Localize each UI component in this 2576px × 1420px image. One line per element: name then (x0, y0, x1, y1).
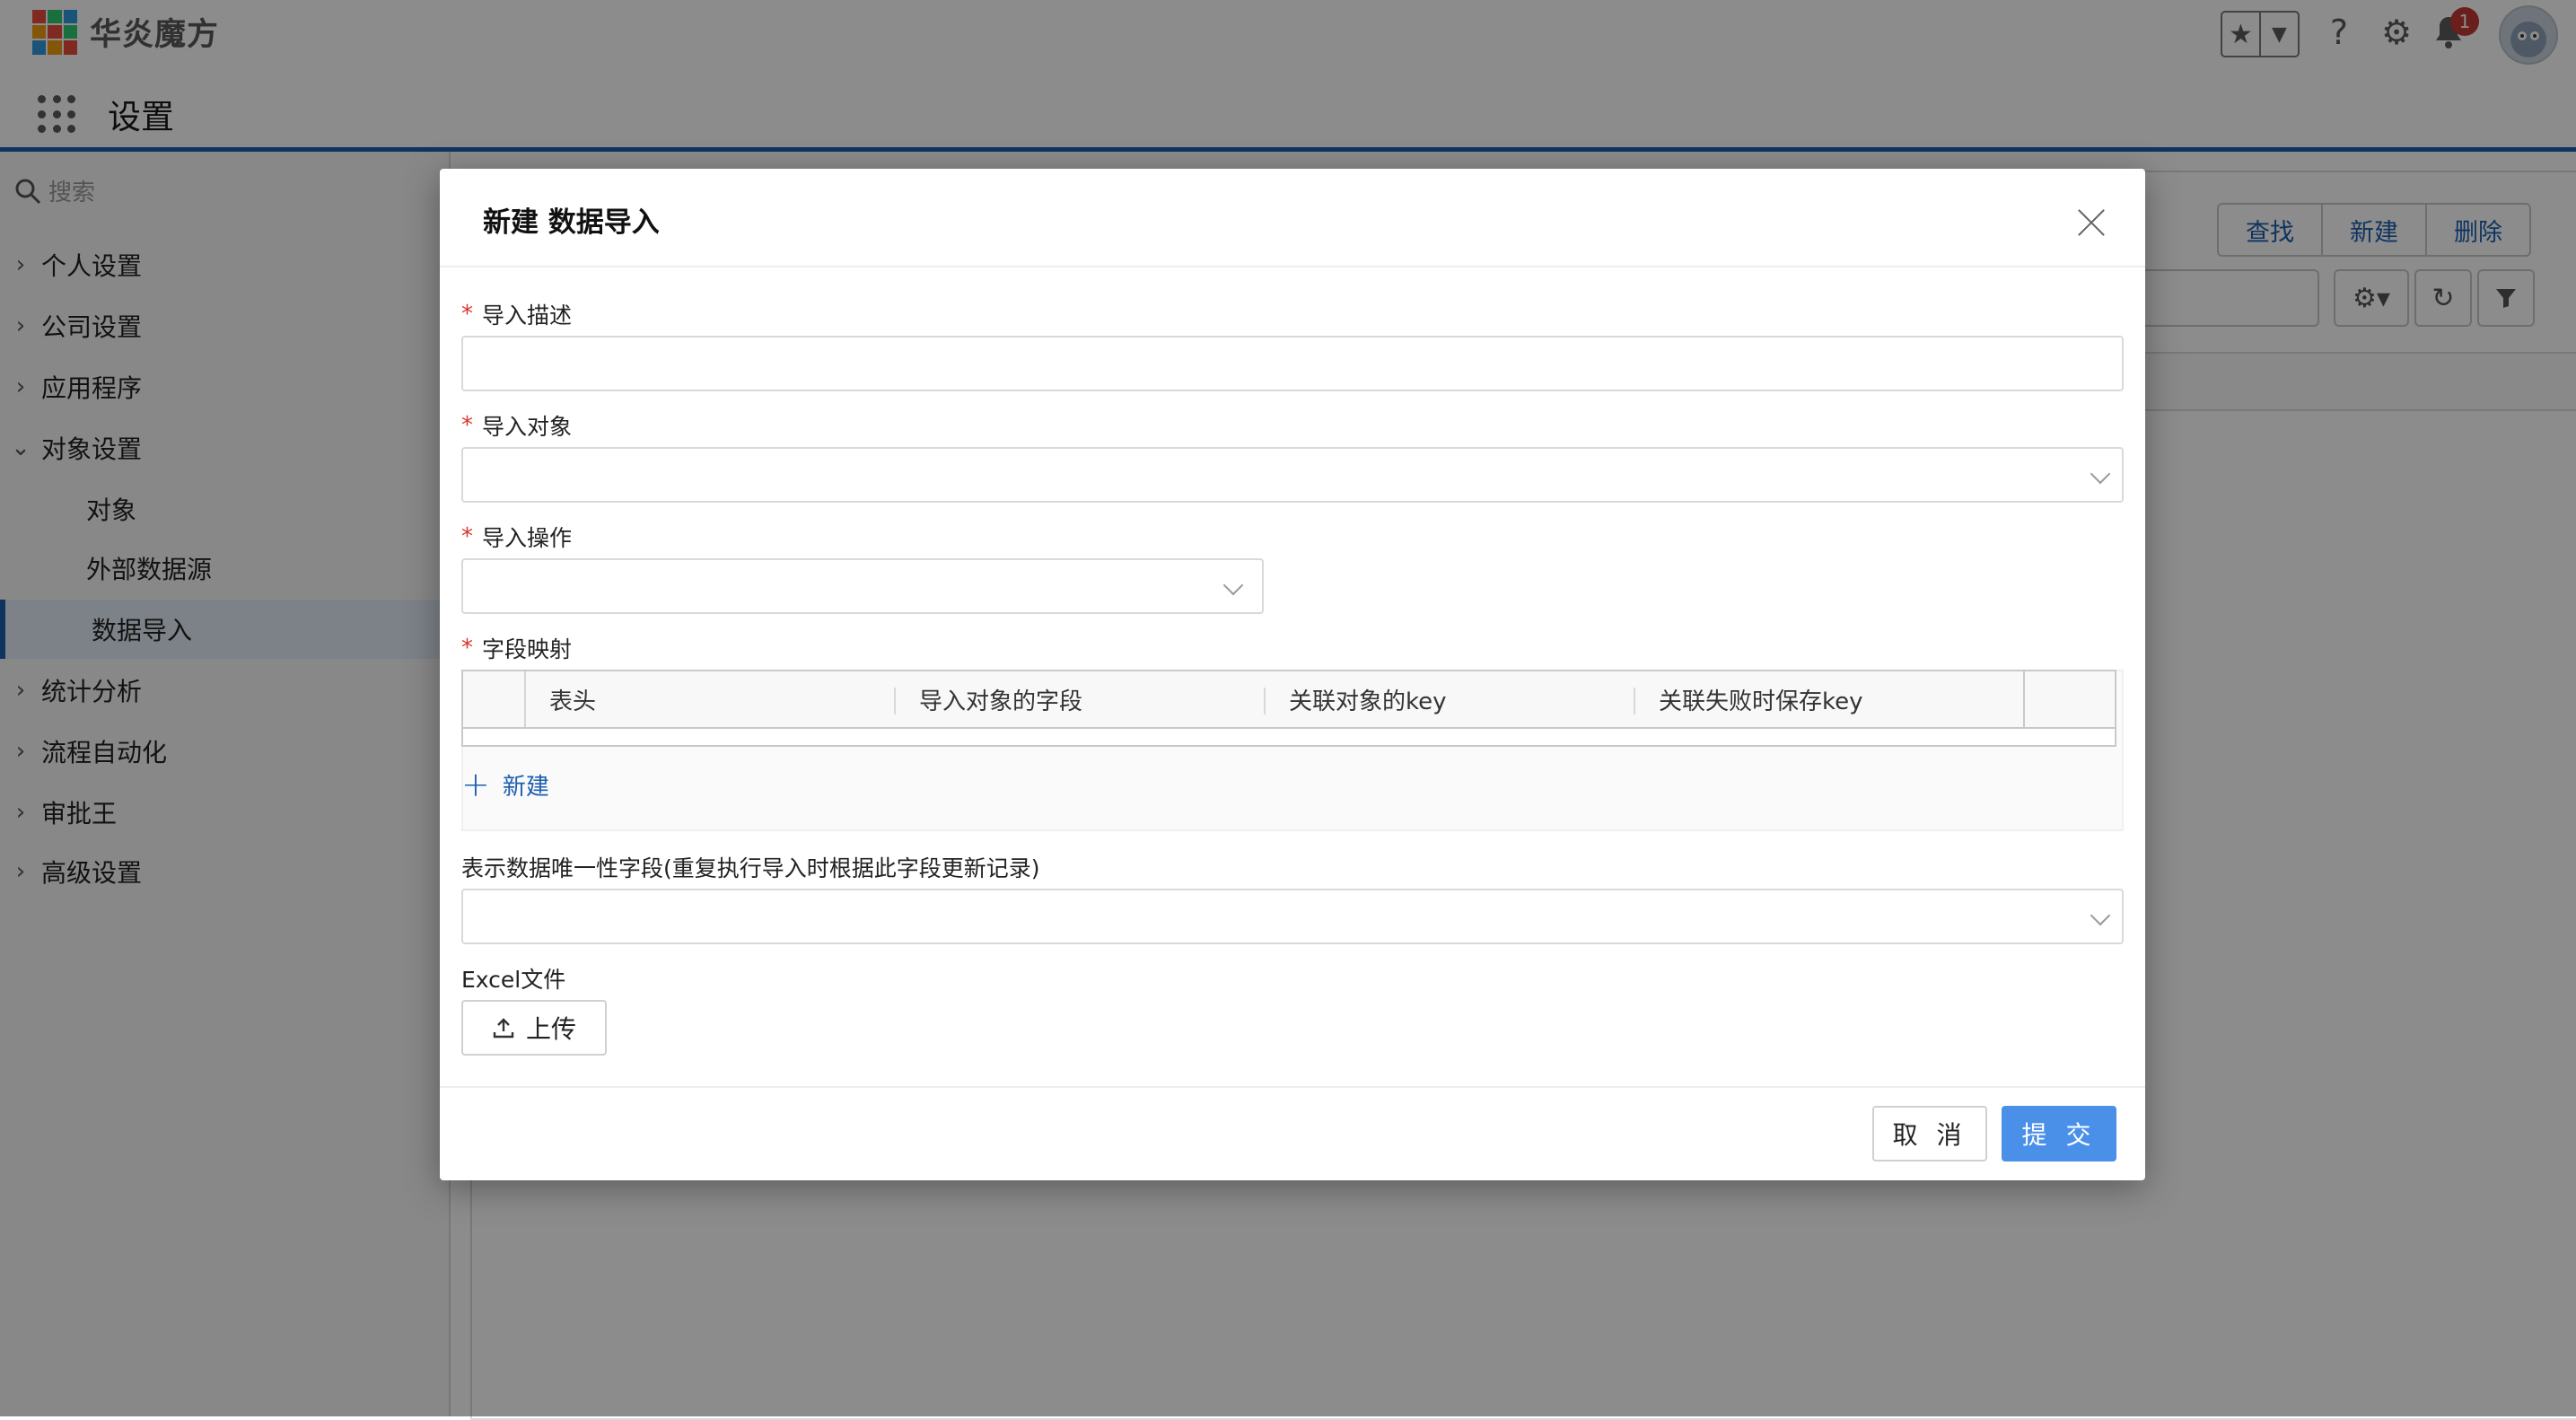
new-data-import-dialog: 新建 数据导入 * 导入描述 * 导入对象 * 导入操作 * 字段映射 表头 导… (440, 169, 2145, 1180)
excel-file-label: Excel文件 (461, 962, 565, 995)
object-label: * 导入对象 (461, 409, 572, 442)
unique-field-label-text: 表示数据唯一性字段(重复执行导入时根据此字段更新记录) (461, 855, 1040, 881)
mapping-label-text: 字段映射 (482, 636, 573, 662)
plus-icon: + (461, 765, 490, 804)
required-marker: * (461, 412, 473, 439)
description-label: * 导入描述 (461, 298, 572, 330)
upload-label: 上传 (525, 1014, 576, 1044)
add-mapping-label: 新建 (502, 773, 549, 801)
mapping-action-column (2023, 671, 2115, 727)
operation-select[interactable] (461, 558, 1264, 614)
required-marker: * (461, 635, 473, 662)
upload-button[interactable]: 上传 (461, 1000, 607, 1056)
mapping-table: 表头 导入对象的字段 关联对象的key 关联失败时保存key (461, 670, 2116, 750)
cancel-button[interactable]: 取 消 (1872, 1106, 1987, 1161)
operation-label-text: 导入操作 (482, 525, 573, 551)
close-icon[interactable] (2077, 208, 2106, 237)
chevron-down-icon (2090, 905, 2111, 926)
unique-field-select[interactable] (461, 889, 2124, 944)
unique-field-label: 表示数据唯一性字段(重复执行导入时根据此字段更新记录) (461, 851, 1040, 883)
description-input[interactable] (461, 336, 2124, 391)
mapping-label: * 字段映射 (461, 632, 572, 664)
object-select[interactable] (461, 447, 2124, 503)
mapping-select-column (463, 671, 526, 727)
mapping-column-header: 关联失败时保存key (1659, 688, 1863, 715)
mapping-table-header: 表头 导入对象的字段 关联对象的key 关联失败时保存key (461, 670, 2116, 729)
chevron-down-icon (1222, 574, 1244, 596)
excel-file-label-text: Excel文件 (461, 967, 566, 993)
chevron-down-icon (2090, 463, 2111, 485)
add-mapping-button[interactable]: + 新建 (461, 763, 549, 806)
upload-icon (493, 1018, 514, 1039)
dialog-header: 新建 数据导入 (440, 169, 2145, 267)
description-label-text: 导入描述 (482, 302, 573, 329)
mapping-table-body (461, 729, 2116, 747)
mapping-column-header: 表头 (526, 671, 896, 727)
mapping-column-header: 关联对象的key (1266, 671, 1635, 727)
mapping-column-header: 导入对象的字段 (896, 671, 1266, 727)
required-marker: * (461, 301, 473, 328)
object-label-text: 导入对象 (482, 414, 573, 440)
submit-button[interactable]: 提 交 (2002, 1106, 2116, 1161)
dialog-title: 新建 数据导入 (483, 206, 660, 239)
operation-label: * 导入操作 (461, 521, 572, 553)
required-marker: * (461, 523, 473, 550)
